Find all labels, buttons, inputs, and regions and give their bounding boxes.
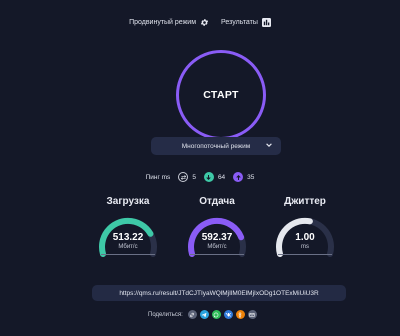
ping-upload-value: 35	[247, 173, 255, 181]
ping-label: Пинг ms	[145, 173, 171, 181]
results-link[interactable]: Результаты	[221, 18, 271, 27]
share-label: Поделиться:	[148, 311, 183, 318]
jitter-gauge-value: 1.00	[295, 232, 315, 243]
mode-select-value: Многопоточный режим	[181, 142, 251, 150]
results-label: Результаты	[221, 19, 258, 26]
upload-gauge-divider	[190, 254, 244, 255]
link-icon[interactable]	[187, 310, 197, 319]
download-arrow-icon	[203, 172, 214, 182]
result-url-text: https://qms.ru/result/JTdCJTIyaWQlMjIlM0…	[119, 289, 319, 297]
advanced-mode-label: Продвинутый режим	[129, 19, 197, 26]
mail-icon[interactable]	[247, 310, 257, 319]
download-gauge-divider	[101, 254, 155, 255]
bar-chart-icon	[261, 18, 271, 27]
jitter-gauge-unit: ms	[301, 244, 309, 250]
upload-gauge-title: Отдача	[199, 196, 235, 207]
ping-row: Пинг ms 5 64 35	[0, 172, 400, 182]
gear-icon	[200, 18, 209, 27]
odnoklassniki-icon[interactable]	[235, 310, 245, 319]
mode-select[interactable]: Многопоточный режим	[151, 137, 281, 155]
upload-gauge: Отдача 592.37 Мбит/с	[182, 196, 252, 257]
download-gauge-value: 513.22	[112, 232, 144, 243]
whatsapp-icon[interactable]	[211, 310, 221, 319]
vk-icon[interactable]	[223, 310, 233, 319]
upload-gauge-value: 592.37	[201, 232, 233, 243]
ping-idle: 5	[178, 172, 196, 182]
upload-gauge-unit: Мбит/с	[207, 244, 227, 250]
top-bar: Продвинутый режим Результаты	[0, 18, 400, 27]
swap-icon	[178, 172, 189, 182]
jitter-gauge-title: Джиттер	[284, 196, 326, 207]
upload-arrow-icon	[233, 172, 244, 182]
download-gauge-unit: Мбит/с	[118, 244, 138, 250]
result-url-field[interactable]: https://qms.ru/result/JTdCJTIyaWQlMjIlM0…	[92, 285, 346, 301]
jitter-gauge: Джиттер 1.00 ms	[270, 196, 340, 257]
advanced-mode-link[interactable]: Продвинутый режим	[129, 18, 209, 27]
jitter-gauge-divider	[278, 254, 332, 255]
chevron-down-icon	[265, 141, 273, 151]
ping-download-value: 64	[217, 173, 226, 181]
share-row: Поделиться:	[148, 310, 257, 319]
ping-idle-value: 5	[192, 173, 196, 181]
download-gauge: Загрузка 513.22 Мбит/с	[93, 196, 163, 257]
start-button-label: СТАРТ	[203, 89, 239, 101]
ping-upload: 35	[233, 172, 254, 182]
start-button[interactable]: СТАРТ	[176, 50, 266, 140]
telegram-icon[interactable]	[199, 310, 209, 319]
download-gauge-title: Загрузка	[106, 196, 150, 207]
ping-download: 64	[203, 172, 226, 182]
